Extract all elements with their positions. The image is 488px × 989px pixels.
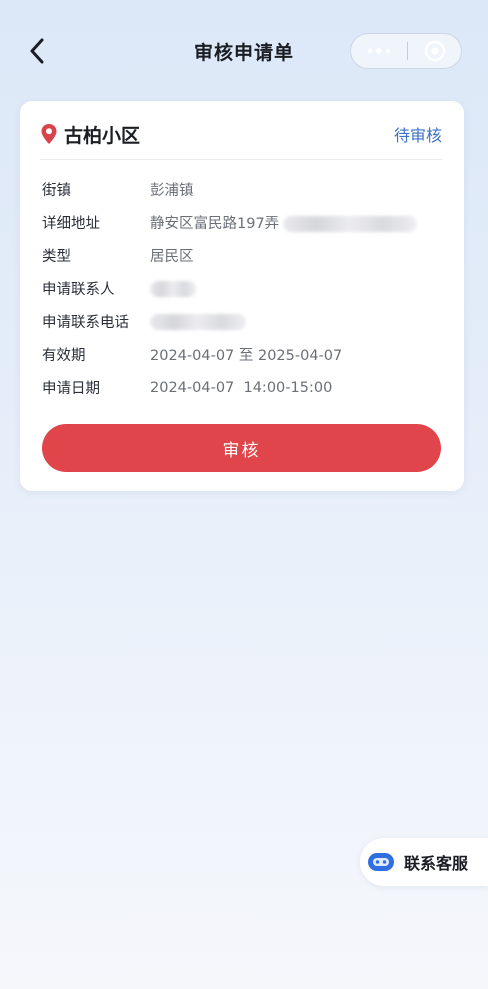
detail-value: 彭浦镇 [150,183,194,199]
divider [40,159,442,160]
detail-label: 申请联系电话 [42,315,129,331]
close-mini-program-button[interactable] [408,34,461,68]
customer-service-button[interactable]: 联系客服 [360,838,488,886]
detail-label: 申请日期 [42,381,100,397]
detail-row-validity: 有效期 2024-04-07 至 2025-04-07 [42,338,444,371]
detail-value [150,280,196,297]
status-badge: 待审核 [393,126,442,145]
ellipsis-icon [367,48,391,54]
redacted-block [150,280,196,297]
detail-label: 街镇 [42,183,71,199]
detail-row-street: 街镇 彭浦镇 [42,173,444,206]
detail-value: 2024-04-07 14:00-15:00 [150,379,333,396]
address-text: 静安区富民路197弄 [150,216,280,232]
detail-value [150,313,246,330]
map-pin-icon [41,124,57,144]
robot-chat-icon [368,853,394,871]
detail-value: 居民区 [150,249,194,265]
mini-program-capsule [350,33,462,69]
location: 古柏小区 [40,121,140,148]
redacted-block [283,216,418,232]
detail-value: 2024-04-07 至 2025-04-07 [150,348,343,364]
navigation-bar: 审核申请单 [0,0,488,100]
redacted-block [150,313,246,330]
detail-label: 详细地址 [42,216,100,232]
detail-list: 街镇 彭浦镇 详细地址 静安区富民路197弄 类型 居民区 申请联系人 申请联系… [42,173,444,404]
detail-row-contact: 申请联系人 [42,272,444,305]
customer-service-label: 联系客服 [404,854,469,873]
location-name: 古柏小区 [64,124,141,147]
application-card: 古柏小区 待审核 街镇 彭浦镇 详细地址 静安区富民路197弄 类型 居民区 申… [20,101,464,491]
detail-row-date: 申请日期 2024-04-07 14:00-15:00 [42,371,444,404]
detail-label: 有效期 [42,348,86,364]
detail-row-phone: 申请联系电话 [42,305,444,338]
card-header: 古柏小区 待审核 [40,117,442,151]
detail-row-address: 详细地址 静安区富民路197弄 [42,206,444,239]
audit-button[interactable]: 审核 [42,424,441,472]
detail-row-type: 类型 居民区 [42,239,444,272]
detail-value: 静安区富民路197弄 [150,212,418,233]
detail-label: 申请联系人 [42,282,115,298]
target-circle-icon [424,40,445,62]
more-button[interactable] [351,34,407,68]
detail-label: 类型 [42,249,71,265]
